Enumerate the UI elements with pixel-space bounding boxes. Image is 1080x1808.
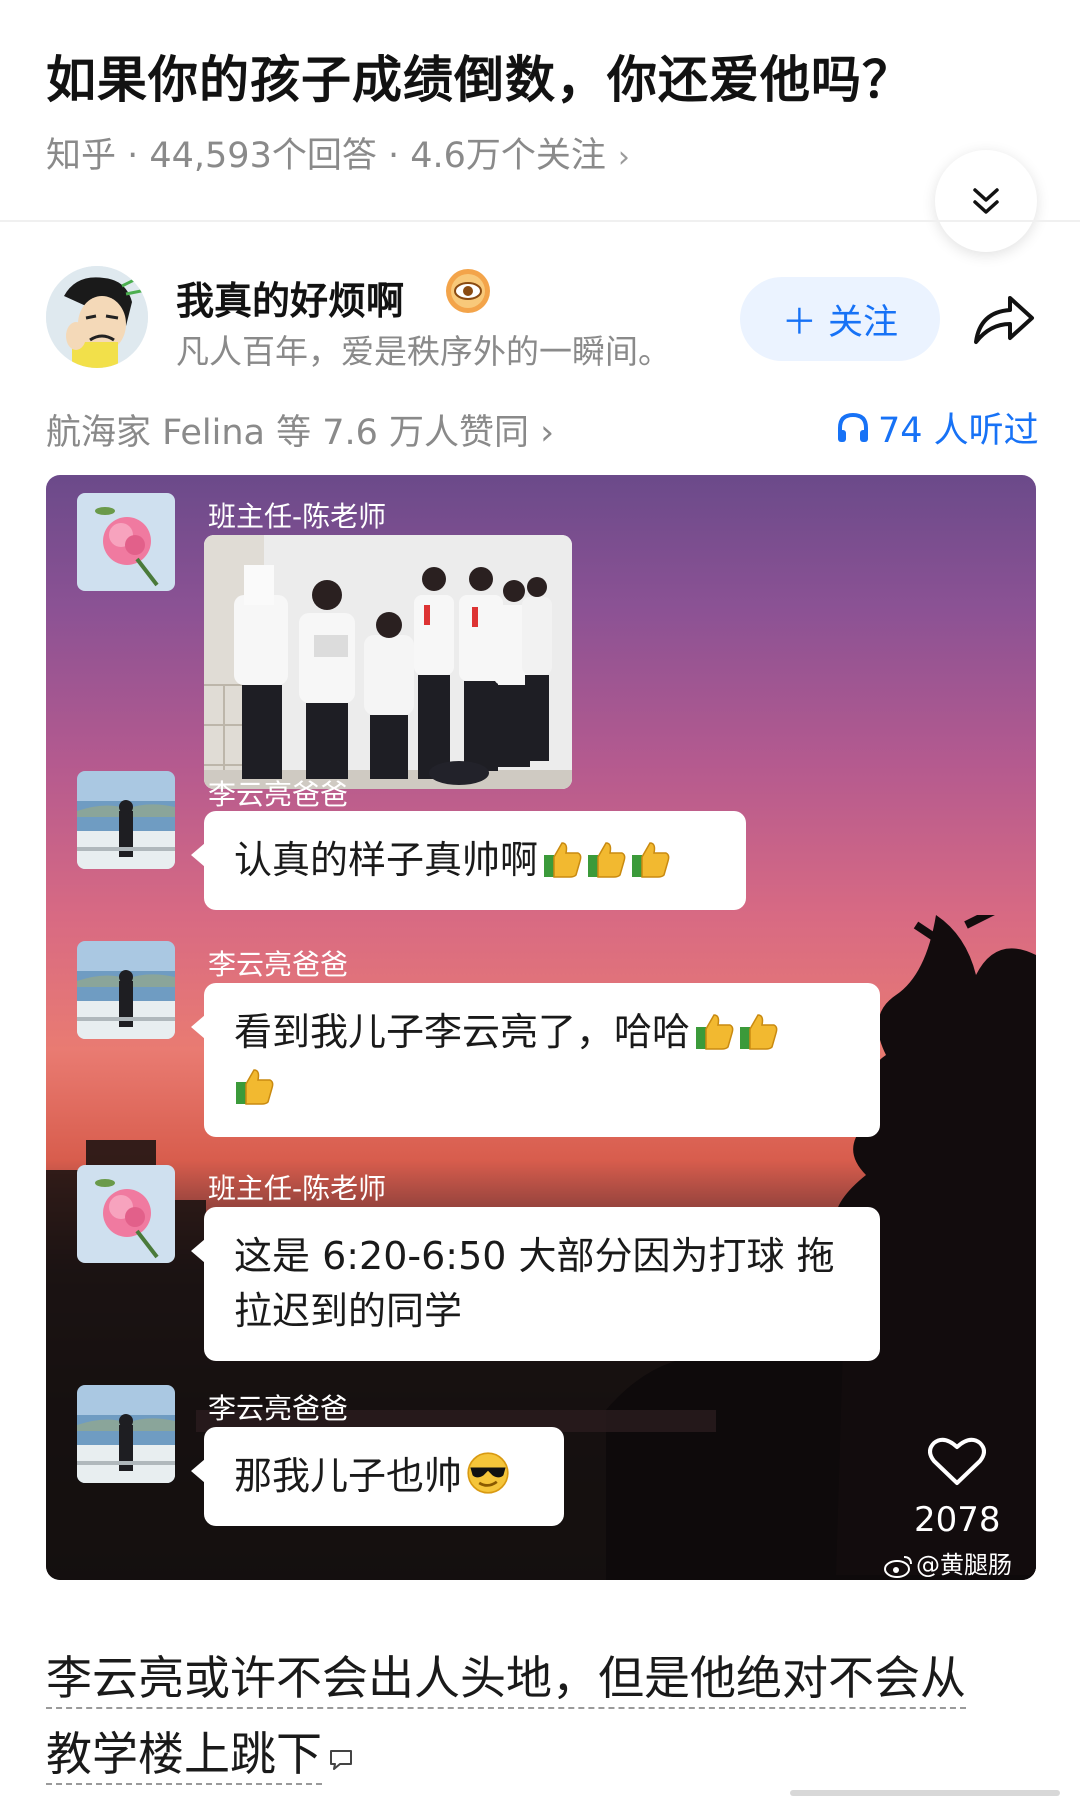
scroll-indicator — [790, 1790, 1060, 1796]
answer-image[interactable]: 班主任-陈老师 李云亮爸爸 认真的样子真帅啊 李云亮爸爸 看到我儿子李云亮了，哈… — [46, 475, 1036, 1580]
father-avatar — [77, 941, 175, 1039]
father-avatar — [77, 1385, 175, 1483]
message-sender: 李云亮爸爸 — [208, 1392, 349, 1425]
message-text: 认真的样子真帅啊 — [234, 838, 539, 882]
divider — [0, 220, 1080, 222]
headphones-icon — [838, 412, 868, 442]
teacher-avatar — [77, 493, 175, 591]
teacher-avatar — [77, 1165, 175, 1263]
message-sender: 李云亮爸爸 — [208, 948, 349, 981]
message-text-line1: 这是 6:20-6:50 大部分因为打球 拖 — [234, 1234, 835, 1278]
chevron-right-icon: › — [617, 140, 630, 175]
message-photo[interactable] — [204, 535, 572, 789]
answer-caption[interactable]: 李云亮或许不会出人头地，但是他绝对不会从 教学楼上跳下 — [46, 1640, 1036, 1792]
message-bubble[interactable]: 认真的样子真帅啊 — [191, 811, 746, 910]
caption-line1: 李云亮或许不会出人头地，但是他绝对不会从 — [46, 1651, 966, 1709]
watermark-text: @黄腿肠 — [916, 1551, 1012, 1579]
votes-line[interactable]: 航海家 Felina 等 7.6 万人赞同 › — [46, 404, 554, 455]
share-icon[interactable] — [970, 290, 1036, 348]
comment-icon[interactable] — [328, 1748, 354, 1772]
listen-count[interactable]: 74 人听过 — [836, 402, 1039, 453]
watermark: @黄腿肠 — [884, 1545, 1012, 1580]
message-text-line2: 拉迟到的同学 — [234, 1289, 463, 1333]
thumbs-up-icon — [588, 842, 626, 878]
collapse-button[interactable] — [935, 150, 1037, 252]
thumbs-up-icon — [740, 1014, 778, 1050]
follow-button[interactable]: ＋ 关注 — [740, 277, 940, 361]
message-text: 那我儿子也帅 — [234, 1454, 463, 1498]
sunglasses-emoji-icon — [467, 1452, 509, 1494]
thumbs-up-icon — [632, 842, 670, 878]
message-sender: 班主任-陈老师 — [208, 500, 387, 533]
weibo-icon — [884, 1556, 912, 1578]
message-bubble[interactable]: 看到我儿子李云亮了，哈哈 — [191, 983, 880, 1137]
question-meta[interactable]: 知乎 · 44,593个回答 · 4.6万个关注 › — [46, 127, 630, 178]
message-text: 看到我儿子李云亮了，哈哈 — [234, 1010, 691, 1054]
heart-icon[interactable] — [928, 1435, 986, 1487]
message-sender: 李云亮爸爸 — [208, 778, 349, 811]
question-title[interactable]: 如果你的孩子成绩倒数，你还爱他吗？ — [46, 40, 1036, 112]
like-count: 2078 — [914, 1500, 1001, 1540]
author-avatar[interactable] — [46, 266, 148, 368]
thumbs-up-icon — [544, 842, 582, 878]
author-bio: 凡人百年，爱是秩序外的一瞬间。 — [176, 332, 671, 371]
message-bubble[interactable]: 那我儿子也帅 — [191, 1427, 564, 1526]
listen-count-text: 74 人听过 — [878, 411, 1039, 451]
caption-line2: 教学楼上跳下 — [46, 1727, 322, 1785]
question-meta-text: 知乎 · 44,593个回答 · 4.6万个关注 — [46, 136, 606, 176]
message-sender: 班主任-陈老师 — [208, 1172, 387, 1205]
thumbs-up-icon — [236, 1069, 274, 1105]
father-avatar — [77, 771, 175, 869]
thumbs-up-icon — [696, 1014, 734, 1050]
chevron-double-down-icon — [973, 188, 999, 214]
message-bubble[interactable]: 这是 6:20-6:50 大部分因为打球 拖 拉迟到的同学 — [191, 1207, 880, 1361]
eye-badge-icon — [446, 269, 490, 313]
author-name[interactable]: 我真的好烦啊 — [176, 270, 404, 325]
